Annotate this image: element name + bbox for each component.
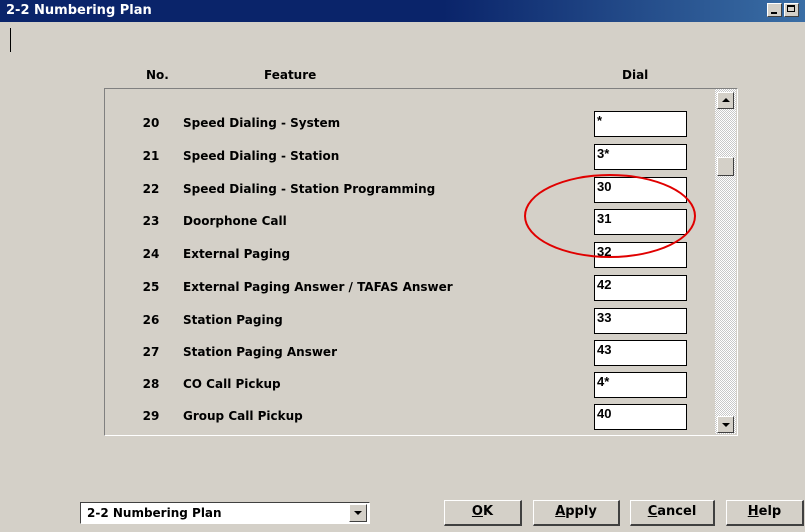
page-select-value: 2-2 Numbering Plan <box>87 506 222 520</box>
row-number: 29 <box>142 409 160 423</box>
apply-button[interactable]: Apply <box>533 500 620 526</box>
apply-label: Apply <box>555 504 597 519</box>
cancel-button[interactable]: Cancel <box>630 500 715 526</box>
dial-input[interactable]: 31 <box>594 209 687 235</box>
scroll-up-icon <box>722 98 730 102</box>
cancel-label: Cancel <box>647 504 697 519</box>
row-feature: Speed Dialing - Station Programming <box>183 182 436 196</box>
row-feature: Speed Dialing - Station <box>183 149 340 163</box>
title-bar[interactable]: 2-2 Numbering Plan <box>0 0 805 22</box>
row-number: 24 <box>142 247 160 261</box>
scroll-up-button[interactable] <box>717 92 734 109</box>
help-label: Help <box>747 504 782 519</box>
column-header-dial: Dial <box>622 68 649 82</box>
dial-input[interactable]: 40 <box>594 404 687 430</box>
row-feature: Station Paging Answer <box>183 345 337 359</box>
scroll-thumb[interactable] <box>717 157 734 176</box>
column-header-feature: Feature <box>264 68 317 82</box>
row-feature: External Paging Answer / TAFAS Answer <box>183 280 453 294</box>
scroll-down-button[interactable] <box>717 416 734 433</box>
scroll-down-icon <box>722 423 730 427</box>
row-feature: CO Call Pickup <box>183 377 281 391</box>
minimize-icon[interactable] <box>767 3 782 17</box>
ok-button[interactable]: OK <box>444 500 522 526</box>
row-number: 23 <box>142 214 160 228</box>
window-title: 2-2 Numbering Plan <box>6 3 152 18</box>
maximize-icon[interactable] <box>784 3 799 17</box>
column-header-no: No. <box>146 68 169 82</box>
dial-input[interactable]: 4* <box>594 372 687 398</box>
row-number: 26 <box>142 313 160 327</box>
dial-input[interactable]: * <box>594 111 687 137</box>
dropdown-button[interactable] <box>349 504 367 522</box>
row-number: 22 <box>142 182 160 196</box>
dial-input[interactable]: 43 <box>594 340 687 366</box>
row-number: 20 <box>142 116 160 130</box>
row-number: 27 <box>142 345 160 359</box>
dial-input[interactable]: 30 <box>594 177 687 203</box>
ok-label: OK <box>471 504 494 519</box>
page-select-dropdown[interactable]: 2-2 Numbering Plan <box>80 502 370 524</box>
frame-edge <box>10 28 11 52</box>
row-number: 21 <box>142 149 160 163</box>
row-feature: Station Paging <box>183 313 283 327</box>
numbering-plan-window: 2-2 Numbering Plan No. Feature Dial 20 S… <box>0 0 805 532</box>
dropdown-arrow-icon <box>354 511 362 515</box>
vertical-scrollbar[interactable] <box>715 89 736 434</box>
row-feature: Group Call Pickup <box>183 409 303 423</box>
feature-list-panel: 20 Speed Dialing - System * 21 Speed Dia… <box>104 88 738 436</box>
dial-input[interactable]: 32 <box>594 242 687 268</box>
row-feature: Doorphone Call <box>183 214 287 228</box>
row-feature: Speed Dialing - System <box>183 116 341 130</box>
row-number: 28 <box>142 377 160 391</box>
dial-input[interactable]: 3* <box>594 144 687 170</box>
help-button[interactable]: Help <box>726 500 804 526</box>
row-number: 25 <box>142 280 160 294</box>
row-feature: External Paging <box>183 247 291 261</box>
dial-input[interactable]: 33 <box>594 308 687 334</box>
dial-input[interactable]: 42 <box>594 275 687 301</box>
